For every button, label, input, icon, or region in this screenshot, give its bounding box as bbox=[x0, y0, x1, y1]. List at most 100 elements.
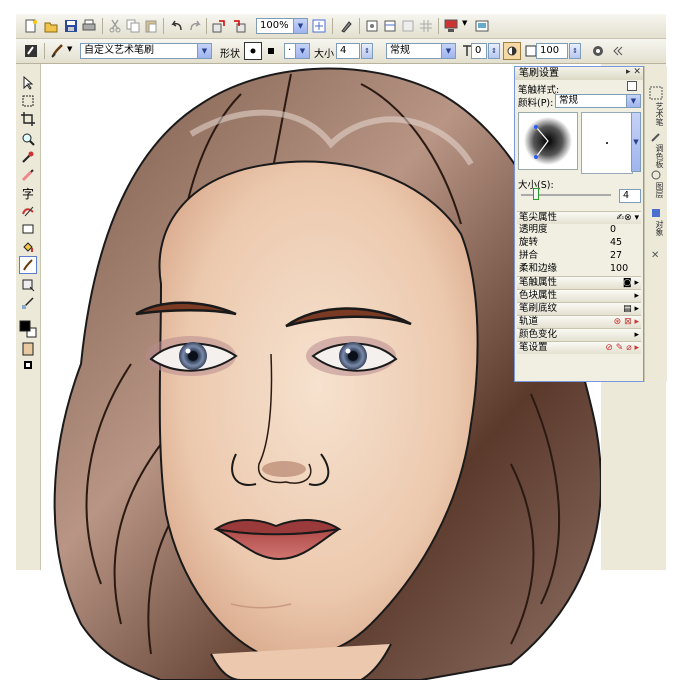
docker-tab[interactable]: 调色板 bbox=[648, 144, 664, 168]
zoom-value: 100% bbox=[260, 20, 289, 31]
expand-arrow-icon[interactable]: ▸ bbox=[634, 290, 639, 302]
export-icon[interactable] bbox=[230, 17, 248, 35]
section-label: 笔刷底纹 bbox=[519, 303, 558, 314]
chevron-down-icon[interactable]: ▼ bbox=[631, 112, 641, 172]
rectangle-select-icon[interactable] bbox=[19, 92, 37, 110]
brush-settings-icon[interactable] bbox=[589, 42, 607, 60]
artistic-media-icon[interactable] bbox=[22, 42, 40, 60]
size-slider-thumb[interactable] bbox=[533, 188, 539, 200]
section-color-variation[interactable]: 颜色变化 ▸ bbox=[517, 328, 641, 341]
import-icon[interactable] bbox=[210, 17, 228, 35]
property-value[interactable]: 0 bbox=[610, 224, 616, 236]
transparency-tool-icon[interactable] bbox=[19, 294, 37, 312]
nib-style-toggle[interactable] bbox=[627, 81, 637, 91]
chevron-down-icon[interactable]: ▼ bbox=[295, 44, 309, 58]
property-row-rotation[interactable]: 旋转 45 bbox=[517, 237, 641, 249]
property-row-flatten[interactable]: 拼合 27 bbox=[517, 250, 641, 262]
save-icon[interactable] bbox=[62, 17, 80, 35]
section-dab-properties[interactable]: 色块属性 ▸ bbox=[517, 289, 641, 302]
size-spinner[interactable]: ⇕ bbox=[361, 43, 373, 59]
docker-tab[interactable]: 图层 bbox=[648, 182, 664, 198]
docker-tab[interactable]: 对象 bbox=[648, 220, 664, 236]
toolbar-separator bbox=[332, 18, 333, 34]
round-nib-button[interactable] bbox=[244, 42, 262, 60]
reset-colors-icon[interactable] bbox=[19, 356, 37, 374]
redo-icon[interactable] bbox=[186, 17, 204, 35]
paint-select[interactable]: 常规 ▼ bbox=[555, 94, 641, 108]
close-icon[interactable]: ✕ bbox=[651, 250, 659, 261]
property-label: 透明度 bbox=[519, 224, 548, 235]
nib-angle-preview[interactable] bbox=[518, 112, 578, 170]
welcome-screen-icon[interactable] bbox=[473, 17, 491, 35]
section-brush-texture[interactable]: 笔刷底纹 ▤ ▸ bbox=[517, 302, 641, 315]
grid-icon[interactable] bbox=[417, 17, 435, 35]
chevron-down-icon[interactable]: ▼ bbox=[462, 19, 467, 27]
chevron-down-icon[interactable]: ▼ bbox=[441, 44, 455, 58]
view-page-icon[interactable] bbox=[363, 17, 381, 35]
eraser-brush-icon[interactable] bbox=[19, 166, 37, 184]
pen-settings-icon[interactable]: ⊘ ✎ ⌀ ▸ bbox=[605, 342, 639, 354]
panel-size-input[interactable]: 4 bbox=[619, 189, 641, 203]
property-row-soft-edge[interactable]: 柔和边缘 100 bbox=[517, 263, 641, 275]
paste-icon[interactable] bbox=[142, 17, 160, 35]
application-launcher-icon[interactable] bbox=[442, 17, 460, 35]
text-tool-icon[interactable]: 字 bbox=[19, 184, 37, 202]
property-value[interactable]: 27 bbox=[610, 250, 622, 262]
collapse-icon[interactable] bbox=[608, 42, 626, 60]
copy-icon[interactable] bbox=[124, 17, 142, 35]
cut-icon[interactable] bbox=[106, 17, 124, 35]
pick-tool-icon[interactable] bbox=[337, 17, 355, 35]
opacity-spinner[interactable]: ⇕ bbox=[488, 43, 500, 59]
zoom-fit-icon[interactable] bbox=[310, 17, 328, 35]
guidelines-icon[interactable] bbox=[381, 17, 399, 35]
undo-icon[interactable] bbox=[168, 17, 186, 35]
print-icon[interactable] bbox=[80, 17, 98, 35]
effect-tool-icon[interactable] bbox=[19, 202, 37, 220]
fill-bucket-icon[interactable] bbox=[19, 238, 37, 256]
orbit-icon[interactable]: ⊛ ⊠ ▸ bbox=[614, 316, 639, 328]
opacity2-input[interactable]: 100 bbox=[536, 43, 568, 59]
interactive-fill-icon[interactable] bbox=[19, 276, 37, 294]
opacity2-spinner[interactable]: ⇕ bbox=[569, 43, 581, 59]
property-row-transparency[interactable]: 透明度 0 bbox=[517, 224, 641, 236]
zoom-icon[interactable] bbox=[19, 130, 37, 148]
property-value[interactable]: 100 bbox=[610, 263, 628, 275]
open-file-icon[interactable] bbox=[42, 17, 60, 35]
section-label: 笔触属性 bbox=[519, 277, 558, 288]
folder-icon[interactable]: ▤ ▸ bbox=[623, 303, 639, 315]
nib-select[interactable]: · ▼ bbox=[284, 43, 310, 59]
rulers-icon[interactable] bbox=[399, 17, 417, 35]
color-swatch-icon[interactable] bbox=[19, 320, 37, 338]
pick-arrow-icon[interactable] bbox=[19, 74, 37, 92]
section-pen-settings[interactable]: 笔设置 ⊘ ✎ ⌀ ▸ bbox=[517, 341, 641, 354]
brush-select[interactable]: 自定义艺术笔刷 ▼ bbox=[80, 43, 212, 59]
chevron-down-icon[interactable]: ▼ bbox=[197, 44, 211, 58]
section-nib-properties[interactable]: 笔尖属性 ✍⊗ ▾ bbox=[517, 211, 641, 224]
nib-shape-preview[interactable] bbox=[581, 112, 633, 174]
brush-docker-icon[interactable] bbox=[647, 84, 665, 102]
artistic-brush-icon[interactable] bbox=[19, 256, 37, 274]
zoom-select[interactable]: 100% ▼ bbox=[256, 18, 308, 34]
section-orbit[interactable]: 轨道 ⊛ ⊠ ▸ bbox=[517, 315, 641, 328]
size-input[interactable]: 4 bbox=[336, 43, 360, 59]
close-icon[interactable]: ▸ ✕ bbox=[626, 67, 641, 77]
chevron-down-icon[interactable]: ▼ bbox=[293, 19, 307, 33]
eyedropper-icon[interactable] bbox=[19, 148, 37, 166]
shape-tool-icon[interactable] bbox=[19, 220, 37, 238]
expand-arrow-icon[interactable]: ◙ ▸ bbox=[623, 277, 639, 289]
docker-tab[interactable]: 艺术笔 bbox=[648, 102, 664, 126]
opacity-input[interactable]: 0 bbox=[471, 43, 487, 59]
section-stroke-properties[interactable]: 笔触属性 ◙ ▸ bbox=[517, 276, 641, 289]
property-value[interactable]: 45 bbox=[610, 237, 622, 249]
chevron-down-icon[interactable]: ▼ bbox=[67, 45, 72, 53]
new-file-icon[interactable] bbox=[22, 17, 40, 35]
panel-size-value: 4 bbox=[623, 190, 630, 201]
chevron-down-icon[interactable]: ▼ bbox=[626, 95, 640, 107]
nib-tool-icon[interactable]: ✍⊗ ▾ bbox=[617, 212, 639, 224]
square-nib-button[interactable] bbox=[262, 42, 280, 60]
brush-icon[interactable] bbox=[49, 42, 67, 60]
crop-icon[interactable] bbox=[19, 110, 37, 128]
stroke-mode-icon[interactable] bbox=[503, 42, 521, 60]
expand-arrow-icon[interactable]: ▸ bbox=[634, 329, 639, 341]
blend-mode-select[interactable]: 常规 ▼ bbox=[386, 43, 456, 59]
